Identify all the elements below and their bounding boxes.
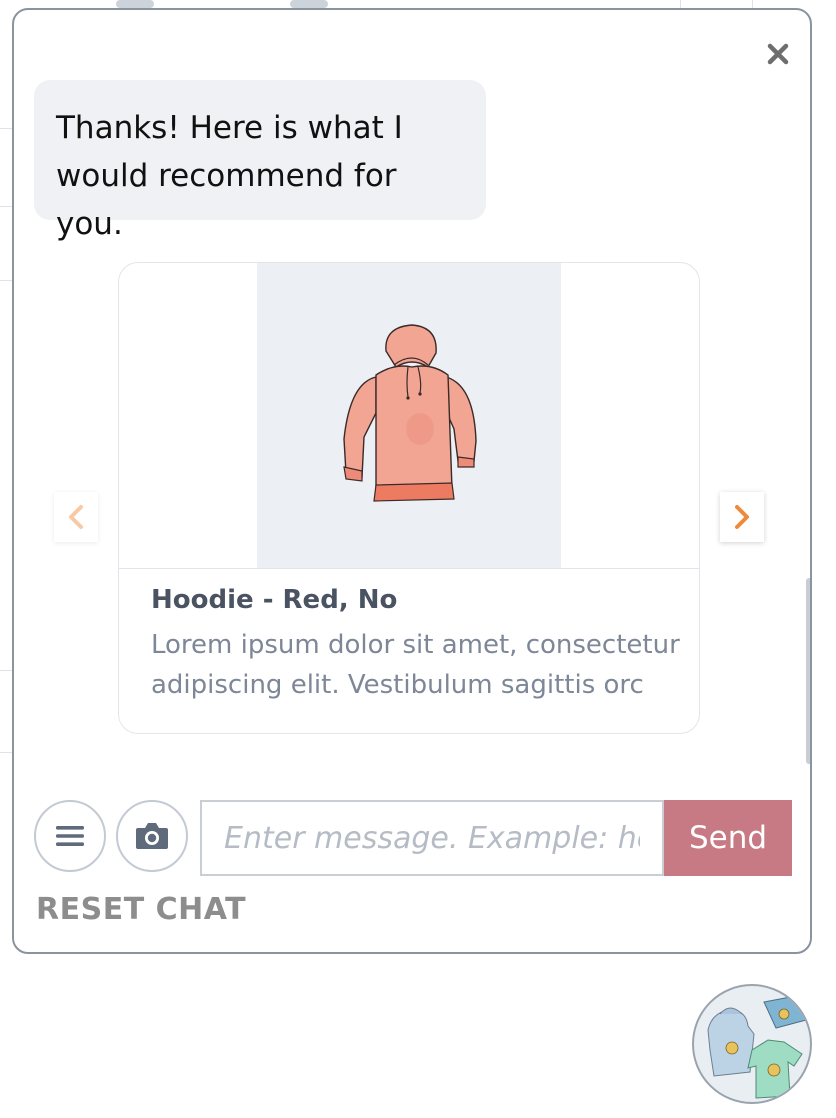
product-title: Hoodie - Red, No xyxy=(151,585,398,615)
hamburger-menu-icon xyxy=(56,826,84,846)
close-icon xyxy=(767,43,789,65)
product-description: Lorem ipsum dolor sit amet, consectetur … xyxy=(151,630,680,700)
product-card[interactable]: Hoodie - Red, No Lorem ipsum dolor sit a… xyxy=(118,262,700,734)
background-line xyxy=(0,206,12,207)
camera-icon xyxy=(136,823,168,849)
background-line xyxy=(0,280,12,281)
chevron-left-icon xyxy=(69,505,83,529)
background-line xyxy=(0,752,12,753)
chevron-right-icon xyxy=(735,505,749,529)
background-chip xyxy=(116,0,154,8)
hoodie-illustration xyxy=(343,324,477,502)
background-chip xyxy=(290,0,328,8)
chat-launcher-button[interactable] xyxy=(692,984,812,1104)
background-line xyxy=(0,128,12,129)
camera-button[interactable] xyxy=(116,800,188,872)
card-divider xyxy=(119,568,699,569)
background-line xyxy=(0,670,12,671)
clothing-avatar-icon xyxy=(707,995,807,1099)
menu-button[interactable] xyxy=(34,800,106,872)
bot-message-bubble: Thanks! Here is what I would recommend f… xyxy=(34,80,486,242)
chat-window: Thanks! Here is what I would recommend f… xyxy=(12,8,812,954)
send-button[interactable]: Send xyxy=(664,800,792,876)
background-line xyxy=(752,0,753,8)
carousel-next-button[interactable] xyxy=(720,492,764,542)
reset-chat-link[interactable]: RESET CHAT xyxy=(36,892,246,927)
message-input[interactable] xyxy=(200,800,664,876)
product-image xyxy=(257,263,561,569)
close-button[interactable] xyxy=(764,40,792,68)
carousel-prev-button[interactable] xyxy=(54,492,98,542)
scrollbar-thumb[interactable] xyxy=(806,578,810,764)
background-line xyxy=(680,0,681,8)
